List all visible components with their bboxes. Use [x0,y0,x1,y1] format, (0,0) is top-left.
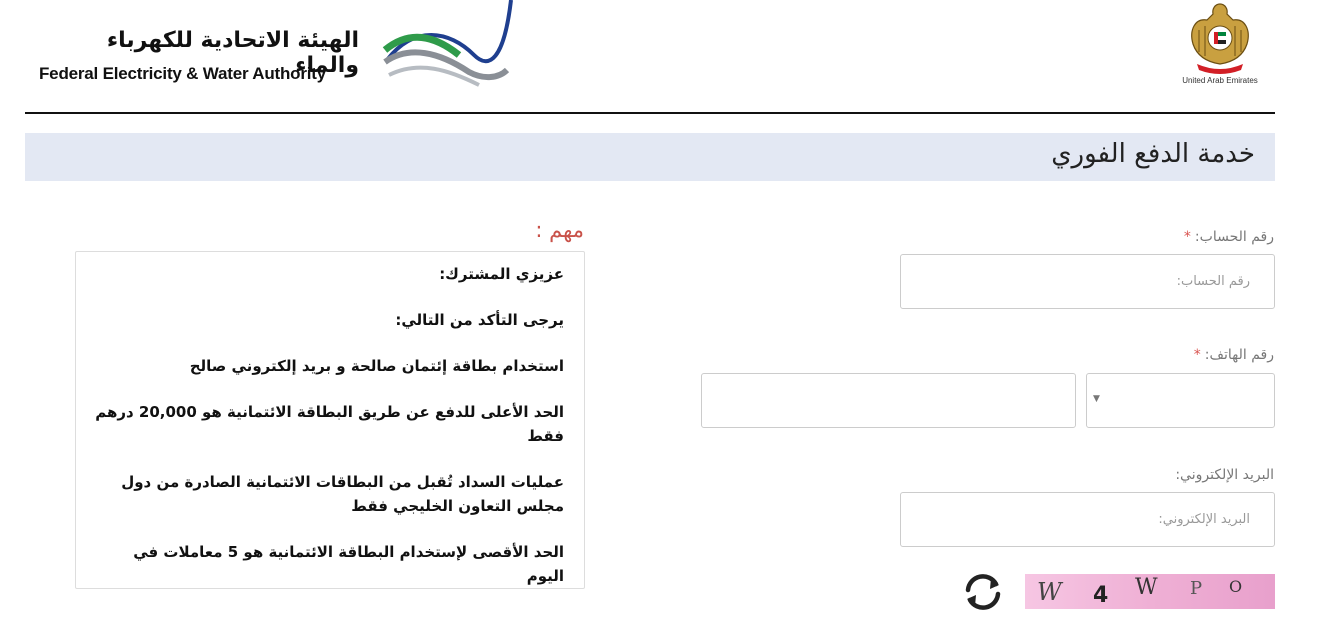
phone-label: رقم الهاتف:* [1194,347,1274,363]
email-input[interactable] [900,492,1275,547]
logo-name-english: Federal Electricity & Water Authority [39,64,327,83]
notice-box: عزيزي المشترك: يرجى التأكد من التالي: اس… [75,251,585,589]
notice-title: مهم : [535,218,584,242]
captcha-char: O [1229,577,1243,596]
fewa-logo[interactable]: الهيئة الاتحادية للكهرباء والماء Federal… [39,0,519,105]
page-title-bar: خدمة الدفع الفوري [25,133,1275,181]
account-label-text: رقم الحساب: [1194,229,1274,245]
account-number-input[interactable] [900,254,1275,309]
required-mark: * [1193,347,1201,363]
captcha-char: P [1190,578,1203,599]
notice-item: استخدام بطاقة إئتمان صالحة و بريد إلكترو… [189,357,564,375]
emblem-label: United Arab Emirates [1182,76,1258,85]
country-code-select[interactable]: ▼ [1086,373,1275,428]
email-label: البريد الإلكتروني: [1175,467,1274,483]
notice-item: الحد الأقصى لإستخدام البطاقة الائتمانية … [133,543,564,585]
captcha-char: W [1037,578,1062,606]
page-title: خدمة الدفع الفوري [1051,139,1255,169]
uae-emblem: United Arab Emirates [1175,0,1265,95]
phone-number-input[interactable] [701,373,1076,428]
refresh-icon [965,574,1001,610]
fewa-waves-icon [382,0,513,87]
captcha-image: W 4 W P O [1025,574,1275,609]
captcha-char: W [1135,575,1158,600]
notice-greeting: عزيزي المشترك: [439,265,564,283]
chevron-down-icon: ▼ [1093,394,1100,404]
notice-item: الحد الأعلى للدفع عن طريق البطاقة الائتم… [95,403,564,445]
captcha-char: 4 [1093,583,1109,608]
falcon-emblem-icon [1191,3,1249,74]
account-label: رقم الحساب:* [1184,229,1274,245]
email-label-text: البريد الإلكتروني: [1175,467,1274,483]
site-header: الهيئة الاتحادية للكهرباء والماء Federal… [25,0,1275,114]
phone-label-text: رقم الهاتف: [1204,347,1274,363]
notice-item: عمليات السداد تُقبل من البطاقات الائتمان… [121,473,564,515]
captcha-refresh-button[interactable] [958,570,1008,614]
notice-ensure: يرجى التأكد من التالي: [395,311,564,329]
required-mark: * [1183,229,1191,245]
